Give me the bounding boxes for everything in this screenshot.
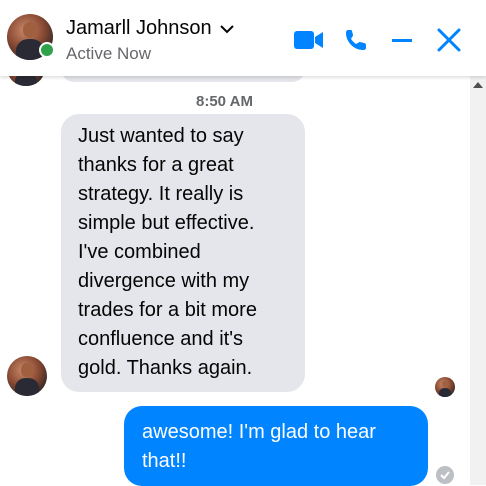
message-line: gold. Thanks again. <box>78 357 253 379</box>
contact-name: Jamarll Johnson <box>66 17 212 39</box>
minimize-icon[interactable] <box>388 26 416 54</box>
seen-indicator-avatar <box>435 377 455 397</box>
incoming-message-bubble[interactable]: Just wanted to say thanks for a great st… <box>61 114 305 392</box>
message-line: confluence and it's <box>78 328 244 350</box>
sender-avatar[interactable] <box>7 356 47 396</box>
video-call-icon[interactable] <box>291 26 329 54</box>
message-line: thanks for a great <box>78 154 234 176</box>
message-timestamp: 8:50 AM <box>196 93 253 110</box>
phone-icon[interactable] <box>341 26 371 54</box>
chevron-down-icon <box>219 17 234 40</box>
contact-name-button[interactable]: Jamarll Johnson <box>66 17 234 40</box>
delivered-check-icon <box>436 466 454 484</box>
message-line: simple but effective. <box>78 212 255 234</box>
message-line: strategy. It really is <box>78 183 244 205</box>
active-status-dot <box>39 42 55 58</box>
chat-header: Jamarll Johnson Active Now <box>0 0 486 76</box>
scroll-up-arrow-icon[interactable] <box>473 82 483 88</box>
scrollbar[interactable] <box>470 76 486 485</box>
message-line: divergence with my <box>78 270 250 292</box>
message-line: Just wanted to say <box>78 125 244 147</box>
message-line: awesome! I'm glad to hear <box>142 421 376 443</box>
close-icon[interactable] <box>433 24 465 56</box>
message-line: trades for a bit more <box>78 299 257 321</box>
outgoing-message-bubble[interactable]: awesome! I'm glad to hear that!! <box>124 406 428 486</box>
message-list: 8:50 AM Just wanted to say thanks for a … <box>0 56 470 486</box>
active-status-label: Active Now <box>66 44 152 63</box>
message-line: I've combined <box>78 241 201 263</box>
message-line: that!! <box>142 450 187 472</box>
